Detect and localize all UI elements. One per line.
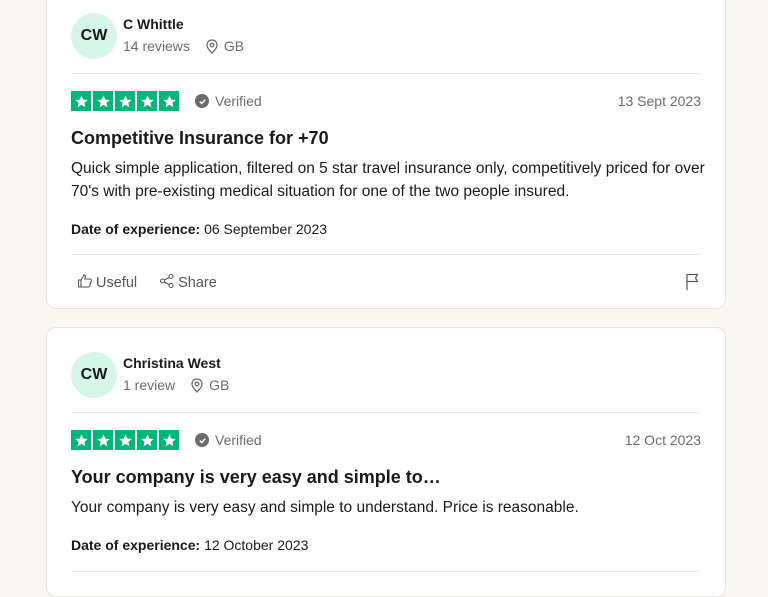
divider [71, 73, 701, 74]
star-icon [115, 91, 135, 111]
star-icon [159, 430, 179, 450]
review-title[interactable]: Your company is very easy and simple to… [71, 467, 441, 488]
experience-label: Date of experience: [71, 221, 201, 237]
date-of-experience: Date of experience: 12 October 2023 [71, 537, 308, 553]
star-icon [93, 91, 113, 111]
report-flag-button[interactable] [685, 273, 701, 296]
divider [71, 571, 701, 572]
location-pin-icon [191, 377, 203, 393]
experience-label: Date of experience: [71, 537, 201, 553]
reviewer-country: GB [223, 38, 245, 54]
star-rating [71, 91, 179, 111]
review-count: 1 review [123, 377, 176, 393]
star-icon [93, 430, 113, 450]
verified-label: Verified [215, 93, 262, 109]
review-card: CW Christina West 1 review GB Verified 1… [46, 327, 726, 597]
verified-label: Verified [215, 432, 262, 448]
reviewer-name[interactable]: C Whittle [123, 16, 184, 32]
thumbs-up-icon [77, 273, 96, 293]
review-body: Your company is very easy and simple to … [71, 499, 579, 516]
reviewer-meta: 14 reviews GB [123, 38, 244, 54]
location-pin-icon [206, 38, 218, 54]
review-date: 12 Oct 2023 [624, 432, 701, 448]
share-icon [159, 273, 178, 293]
experience-date: 12 October 2023 [204, 537, 309, 553]
star-icon [159, 91, 179, 111]
review-card: CW C Whittle 14 reviews GB Verified 13 S… [46, 0, 726, 309]
check-circle-icon [195, 94, 209, 108]
star-icon [137, 430, 157, 450]
star-icon [71, 430, 91, 450]
useful-button[interactable]: Useful [77, 273, 137, 293]
date-of-experience: Date of experience: 06 September 2023 [71, 221, 327, 237]
star-icon [71, 91, 91, 111]
review-body: Quick simple application, filtered on 5 … [71, 160, 705, 200]
verified-badge[interactable]: Verified [195, 432, 262, 448]
verified-badge[interactable]: Verified [195, 93, 262, 109]
star-icon [115, 430, 135, 450]
divider [71, 412, 701, 413]
check-circle-icon [195, 433, 209, 447]
divider [71, 254, 701, 255]
reviewer-name[interactable]: Christina West [123, 355, 221, 371]
avatar[interactable]: CW [71, 13, 117, 59]
review-actions: Useful Share [77, 273, 239, 293]
flag-icon [685, 273, 701, 295]
review-title[interactable]: Competitive Insurance for +70 [71, 128, 329, 149]
share-button[interactable]: Share [159, 273, 217, 293]
useful-label: Useful [96, 275, 138, 291]
star-rating [71, 430, 179, 450]
review-date: 13 Sept 2023 [617, 93, 701, 109]
review-count: 14 reviews [123, 38, 190, 54]
avatar[interactable]: CW [71, 352, 117, 398]
reviewer-country: GB [209, 377, 230, 393]
reviewer-meta: 1 review GB [123, 377, 229, 393]
experience-date: 06 September 2023 [204, 221, 328, 237]
star-icon [137, 91, 157, 111]
share-label: Share [178, 275, 217, 291]
